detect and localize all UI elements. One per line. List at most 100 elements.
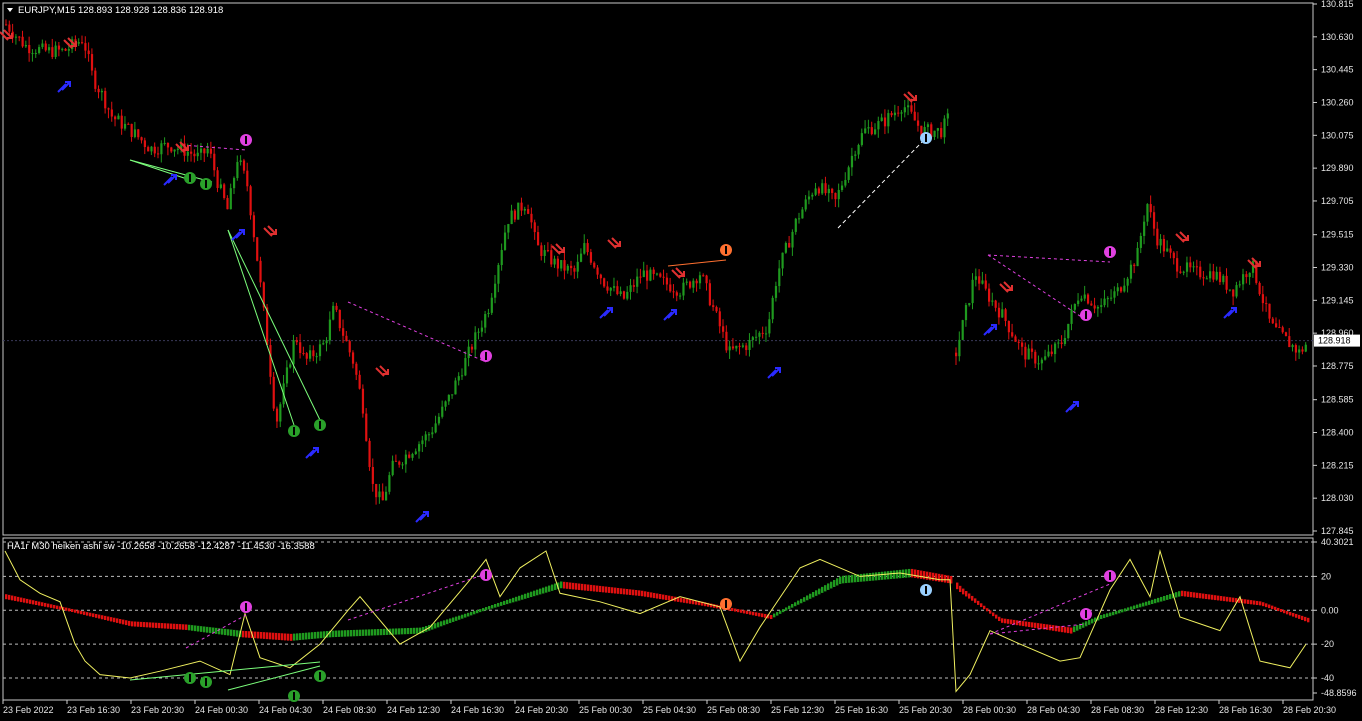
candle-body [460,375,464,377]
histogram-bar [599,585,602,593]
histogram-bar [482,608,485,612]
histogram-bar [770,615,773,620]
candle-body [1143,221,1146,236]
histogram-bar [122,619,125,625]
histogram-bar [497,602,500,607]
histogram-bar [827,583,830,590]
histogram-bar [89,612,92,617]
candle-body [1034,351,1037,364]
candle-body [844,179,847,186]
histogram-bar [593,585,596,592]
candle-body [991,300,994,302]
candle-body [609,287,612,291]
current-price-text: 128.918 [1318,336,1351,346]
histogram-bar [806,595,809,601]
candle-body [1024,346,1027,360]
histogram-bar [533,590,536,597]
histogram-bar [404,628,407,635]
histogram-bar [1109,612,1112,617]
histogram-bar [158,622,161,629]
histogram-bar [74,609,77,613]
histogram-bar [956,582,959,590]
histogram-bar [1055,625,1058,632]
histogram-bar [185,624,188,630]
histogram-bar [458,615,461,620]
candle-body [1195,266,1199,268]
candle-body [38,47,41,53]
histogram-bar [1022,621,1025,627]
histogram-bar [1091,618,1094,624]
candle-body [738,345,741,347]
time-label: 23 Feb 20:30 [131,705,184,715]
candle-body [854,154,857,156]
histogram-bar [878,572,881,581]
candle-body [1238,284,1241,286]
histogram-bar [1244,599,1247,604]
candle-body [955,352,958,357]
histogram-bar [815,590,818,596]
histogram-bar [524,593,527,599]
histogram-bar [206,626,209,633]
histogram-bar [1082,622,1085,628]
candle-body [964,305,968,321]
histogram-bar [197,625,200,632]
histogram-bar [1286,610,1289,615]
candle-body [513,210,517,220]
candle-body [1152,212,1156,229]
candle-body [507,224,510,233]
histogram-bar [32,600,35,605]
histogram-bar [521,594,524,600]
candle-body [1126,278,1129,286]
histogram-bar [368,629,371,636]
trading-chart[interactable]: EURJPY,M15 128.893 128.928 128.836 128.9… [0,0,1362,721]
candle-body [550,250,553,265]
histogram-bar [1073,626,1076,633]
histogram-bar [347,630,350,637]
candle-body [1288,336,1291,348]
candle-body [1169,248,1172,253]
candle-body [484,314,487,328]
histogram-bar [1277,607,1280,612]
histogram-bar [467,612,470,617]
histogram-bar [1250,600,1253,605]
histogram-bar [293,633,296,641]
candle-body [817,188,821,194]
divergence-bottom-icon [200,178,212,190]
histogram-bar [602,586,605,593]
histogram-bar [374,629,377,636]
histogram-bar [1247,599,1250,604]
symbol-header[interactable]: EURJPY,M15 128.893 128.928 128.836 128.9… [7,5,223,16]
divergence-top-icon [240,601,252,613]
histogram-bar [11,595,14,601]
candle-body [361,388,365,414]
candle-body [913,111,916,121]
candle-body [285,367,289,384]
candle-body [834,192,837,200]
histogram-bar [554,583,557,590]
candle-body [295,340,298,343]
candle-body [223,184,226,198]
candle-body [682,282,685,296]
histogram-bar [536,589,539,596]
histogram-bar [1028,621,1031,628]
histogram-bar [923,571,926,580]
histogram-bar [887,571,890,580]
candle-body [1218,271,1222,283]
histogram-bar [941,574,944,583]
histogram-bar [1118,610,1121,614]
price-label: 129.515 [1321,230,1354,240]
candle-body [981,280,984,284]
histogram-bar [968,593,971,599]
histogram-bar [398,628,401,635]
histogram-bar [338,630,341,637]
candle-body [768,319,771,334]
divergence-top-icon [1080,608,1092,620]
candle-body [510,210,513,225]
histogram-bar [1187,591,1190,597]
candle-body [28,44,31,54]
time-label: 28 Feb 20:30 [1283,705,1336,715]
time-label: 24 Feb 20:30 [515,705,568,715]
candle-body [342,328,345,336]
candle-body [771,297,774,320]
candle-body [1040,359,1043,364]
